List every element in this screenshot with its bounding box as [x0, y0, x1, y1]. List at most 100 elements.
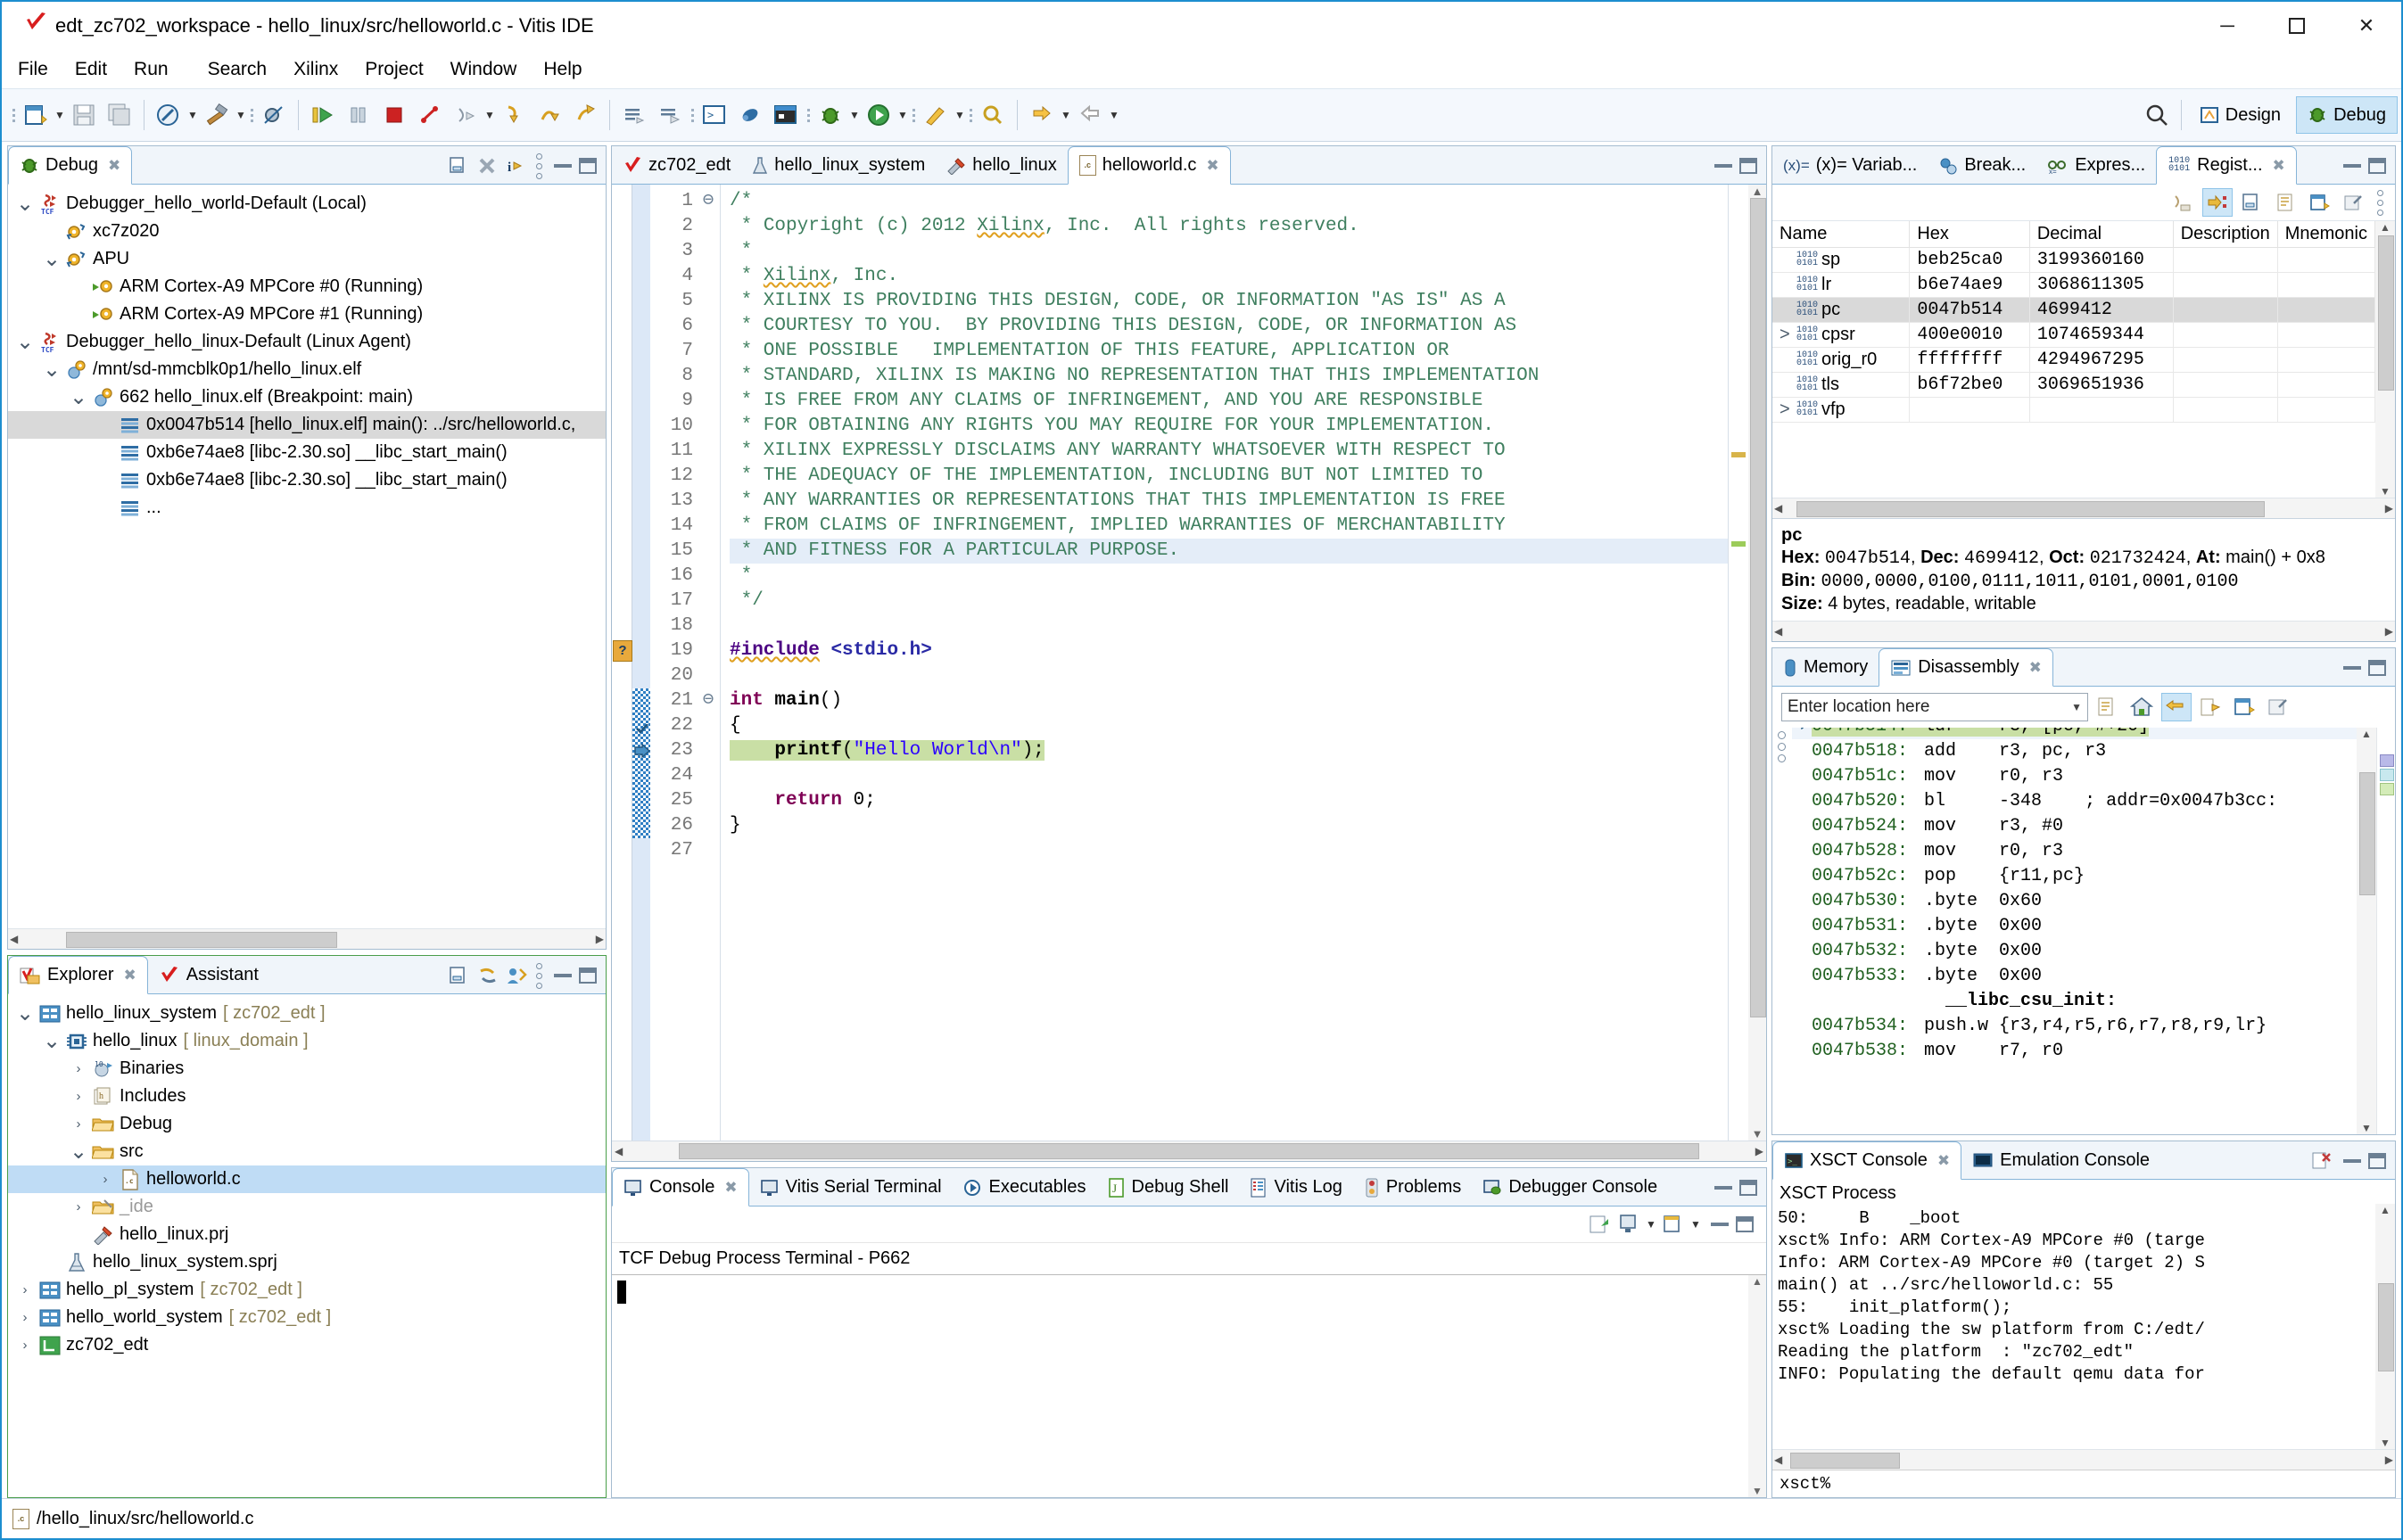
chevron-down-icon[interactable]: ⌄ — [40, 1035, 63, 1048]
registers-row[interactable]: 10100101orig_r0ffffffff4294967295 — [1772, 348, 2375, 373]
disassembly-vscrollbar[interactable]: ▲ ▼ — [2357, 728, 2376, 1134]
tab-vitis-log[interactable]: Vitis Log — [1239, 1169, 1352, 1206]
editor-horizontal-scrollbar[interactable]: ◀ ▶ — [612, 1141, 1766, 1161]
close-icon[interactable]: ✖ — [1206, 157, 1218, 175]
save-icon[interactable] — [67, 98, 101, 132]
debug-tree-hscrollbar[interactable]: ◀ ▶ — [8, 928, 606, 949]
disconnect-icon[interactable] — [413, 98, 447, 132]
step-return-icon[interactable] — [568, 98, 602, 132]
scroll-up-icon[interactable]: ▲ — [1752, 185, 1763, 198]
chevron-down-icon[interactable]: ⌄ — [13, 1008, 37, 1020]
debug-tree-item[interactable]: xc7z020 — [8, 218, 606, 245]
registers-row[interactable]: >10100101cpsr400e00101074659344 — [1772, 323, 2375, 348]
explorer-tree-item[interactable]: ›hello_pl_system[ zc702_edt ] — [8, 1276, 606, 1304]
tab-expressions[interactable]: x= Expres... — [2036, 147, 2156, 184]
debug-tree-item[interactable]: ⌄TCFDebugger_hello_world-Default (Local) — [8, 190, 606, 218]
disassembly-row[interactable]: 0047b532:.byte 0x00 — [1792, 939, 2357, 964]
tab-registers[interactable]: 10100101 Regist... ✖ — [2156, 146, 2297, 185]
show-debug-info-icon[interactable]: i — [504, 153, 529, 178]
open-terminal-icon[interactable]: > — [698, 98, 731, 132]
close-icon[interactable]: ✖ — [123, 967, 136, 984]
registers-row[interactable]: 10100101pc0047b5144699412 — [1772, 298, 2375, 323]
chevron-right-icon[interactable]: › — [67, 1089, 90, 1104]
debug-tree-item[interactable]: ⌄TCFDebugger_hello_linux-Default (Linux … — [8, 328, 606, 356]
collapse-all-icon[interactable] — [2238, 189, 2267, 216]
tab-emulation-console[interactable]: Emulation Console — [1961, 1142, 2160, 1179]
warning-marker-icon[interactable]: ? — [613, 640, 632, 662]
pin-console-icon[interactable] — [1588, 1212, 1613, 1237]
explorer-tree-item[interactable]: ›10Binaries — [8, 1055, 606, 1083]
code-line[interactable]: int main() — [730, 688, 1728, 713]
tab-xsct-console[interactable]: >_ XSCT Console ✖ — [1772, 1141, 1961, 1180]
registers-column-header[interactable]: Hex — [1910, 221, 2029, 248]
editor-vertical-scrollbar[interactable]: ▲ ▼ — [1748, 185, 1766, 1141]
editor-folding-column[interactable]: ⊖ ⊖ — [697, 185, 721, 1141]
registers-column-header[interactable]: Description — [2173, 221, 2277, 248]
run-dropdown-caret[interactable]: ▼ — [896, 100, 909, 130]
scroll-left-icon[interactable]: ◀ — [1774, 1454, 1782, 1466]
perspective-design[interactable]: Design — [2188, 96, 2292, 134]
scroll-right-icon[interactable]: ▶ — [2385, 1454, 2393, 1466]
maximize-view-icon[interactable] — [1736, 1216, 1754, 1232]
code-line[interactable]: } — [730, 813, 1728, 838]
chevron-down-icon[interactable]: ⌄ — [40, 253, 63, 266]
scroll-down-icon[interactable]: ▼ — [2361, 1122, 2372, 1134]
code-line[interactable] — [730, 614, 1728, 638]
step-over-icon[interactable] — [533, 98, 566, 132]
disassembly-row[interactable]: 0047b530:.byte 0x60 — [1792, 889, 2357, 914]
location-input[interactable]: Enter location here ▼ — [1781, 693, 2088, 721]
focus-active-task-icon[interactable] — [504, 963, 529, 988]
code-line[interactable]: * ANY WARRANTIES OR REPRESENTATIONS THAT… — [730, 489, 1728, 514]
open-console-icon[interactable] — [1661, 1212, 1686, 1237]
console-dropdown-caret[interactable]: ▼ — [1645, 1209, 1657, 1239]
back-icon[interactable] — [1073, 98, 1107, 132]
disassembly-row[interactable]: 0047b524:mov r3, #0 — [1792, 814, 2357, 839]
explorer-tree-item[interactable]: ›_ide — [8, 1193, 606, 1221]
remove-all-terminated-icon[interactable] — [475, 153, 500, 178]
minimize-view-icon[interactable] — [2343, 164, 2361, 168]
debug-bug-icon[interactable] — [813, 98, 847, 132]
maximize-view-icon[interactable] — [2368, 660, 2386, 676]
suspend-icon[interactable] — [342, 98, 376, 132]
console-output-area[interactable]: ▲ ▼ — [612, 1275, 1766, 1497]
quick-access-search-icon[interactable] — [2140, 98, 2174, 132]
disassembly-listing[interactable]: 0047b514:ldr r3, [pc, #+20]0047b518:add … — [1772, 728, 2357, 1064]
disassembly-overview-ruler[interactable] — [2376, 728, 2395, 1134]
debug-tree-item[interactable]: 0xb6e74ae8 [libc-2.30.so] __libc_start_m… — [8, 466, 606, 494]
tab-executables[interactable]: Executables — [953, 1169, 1097, 1206]
registers-column-header[interactable]: Mnemonic — [2277, 221, 2374, 248]
cast-to-type-icon[interactable] — [2168, 189, 2197, 216]
save-all-icon[interactable] — [103, 98, 136, 132]
debug-tree-item[interactable]: ⌄APU — [8, 245, 606, 273]
explorer-tree-item[interactable]: ›hIncludes — [8, 1083, 606, 1110]
step-dropdown-caret[interactable]: ▼ — [483, 100, 496, 130]
disassembly-row[interactable]: 0047b51c:mov r0, r3 — [1792, 764, 2357, 789]
explorer-tree-item[interactable]: ⌄src — [8, 1138, 606, 1165]
code-line[interactable]: */ — [730, 589, 1728, 614]
console-vscrollbar[interactable]: ▲ ▼ — [1748, 1275, 1766, 1497]
disassembly-row[interactable]: 0047b531:.byte 0x00 — [1792, 914, 2357, 939]
build-hammer-icon[interactable] — [200, 98, 234, 132]
toolbar-group-handle-2[interactable] — [247, 100, 256, 130]
menu-xilinx[interactable]: Xilinx — [293, 59, 338, 80]
disassembly-row[interactable]: __libc_csu_init: — [1792, 989, 2357, 1014]
tab-memory[interactable]: Memory — [1772, 649, 1879, 686]
maximize-view-icon[interactable] — [579, 968, 597, 984]
xsct-vscrollbar[interactable]: ▲ ▼ — [2375, 1204, 2395, 1449]
run-icon[interactable] — [862, 98, 896, 132]
close-icon[interactable]: ✖ — [1937, 1152, 1950, 1170]
disassembly-row[interactable]: 0047b533:.byte 0x00 — [1792, 964, 2357, 989]
tab-explorer[interactable]: Explorer ✖ — [8, 956, 148, 994]
chevron-right-icon[interactable]: › — [13, 1282, 37, 1297]
perspective-debug[interactable]: Debug — [2296, 96, 2398, 134]
debug-tree-item[interactable]: ⌄/mnt/sd-mmcblk0p1/hello_linux.elf — [8, 356, 606, 383]
explorer-tree-item[interactable]: ⌄hello_linux[ linux_domain ] — [8, 1027, 606, 1055]
scroll-down-icon[interactable]: ▼ — [2380, 1437, 2391, 1449]
code-line[interactable]: * FROM CLAIMS OF INFRINGEMENT, IMPLIED W… — [730, 514, 1728, 539]
menu-help[interactable]: Help — [543, 59, 582, 80]
code-line[interactable]: #include <stdio.h> — [730, 638, 1728, 663]
breakpoint-icon[interactable] — [636, 721, 648, 741]
code-line[interactable] — [730, 663, 1728, 688]
editor-code-text[interactable]: /* * Copyright (c) 2012 Xilinx, Inc. All… — [721, 185, 1728, 1141]
step-instruction-icon[interactable] — [653, 98, 687, 132]
